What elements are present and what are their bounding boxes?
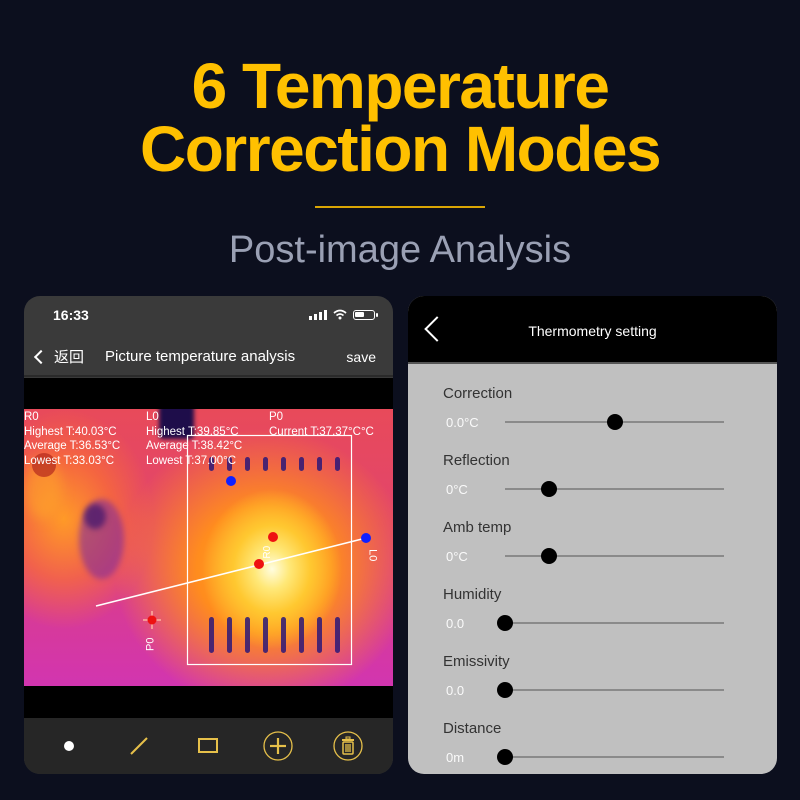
setting-label: Correction <box>443 385 513 402</box>
l0-endpoint-marker <box>361 533 371 543</box>
reflection-slider[interactable] <box>505 481 724 497</box>
setting-value: 0.0°C <box>446 415 479 430</box>
slider-thumb[interactable] <box>606 414 623 430</box>
correction-slider[interactable] <box>505 414 724 430</box>
delete-tool-button[interactable] <box>331 729 365 763</box>
thermal-image-area: R0 L0 P0 R0 Highest T:40.03°C Average T:… <box>24 378 393 718</box>
distance-slider[interactable] <box>497 749 724 765</box>
cellular-signal-icon <box>309 309 327 320</box>
setting-label: Humidity <box>443 586 502 603</box>
setting-label: Amb temp <box>443 519 512 536</box>
setting-emissivity: Emissivity 0.0 <box>408 653 777 720</box>
rectangle-icon <box>198 738 219 753</box>
status-time: 16:33 <box>53 307 89 323</box>
humidity-slider[interactable] <box>497 615 724 631</box>
setting-humidity: Humidity 0.0 <box>408 586 777 653</box>
wifi-icon <box>333 309 347 320</box>
back-button[interactable]: 返回 <box>32 346 84 367</box>
l0-average: Average T:38.42°C <box>146 440 243 452</box>
setting-label: Emissivity <box>443 653 510 670</box>
slider-thumb[interactable] <box>497 682 513 698</box>
back-label: 返回 <box>54 349 85 366</box>
line-icon <box>129 737 148 755</box>
picture-analysis-screen: 16:33 返回 Picture temperature analysis sa… <box>24 296 393 774</box>
slider-thumb[interactable] <box>497 749 513 765</box>
line-tool-button[interactable] <box>122 729 156 763</box>
p0-marker-label: P0 <box>144 637 157 651</box>
rectangle-tool-button[interactable] <box>191 729 225 763</box>
status-bar: 16:33 <box>24 296 393 336</box>
setting-correction: Correction 0.0°C <box>408 385 777 452</box>
amb-temp-slider[interactable] <box>505 548 724 564</box>
l0-readout: L0 Highest T:39.85°C Average T:38.42°C L… <box>146 410 242 468</box>
p0-label: P0 <box>269 411 284 423</box>
emissivity-slider[interactable] <box>497 682 724 698</box>
setting-value: 0°C <box>446 549 468 564</box>
line-measure-l0 <box>95 537 367 607</box>
setting-amb-temp: Amb temp 0°C <box>408 519 777 586</box>
battery-icon <box>353 309 378 320</box>
slider-thumb[interactable] <box>497 615 513 631</box>
settings-header: Thermometry setting <box>408 296 777 364</box>
trash-icon <box>333 731 363 761</box>
nav-bar: 返回 Picture temperature analysis save <box>24 336 393 377</box>
setting-value: 0m <box>446 750 465 765</box>
l0-marker-label: L0 <box>366 549 379 562</box>
r0-average: Average T:36.53°C <box>24 440 121 452</box>
subtitle: Post-image Analysis <box>228 229 572 271</box>
add-tool-button[interactable] <box>261 729 295 763</box>
l0-lowest: Lowest T:37.00°C <box>146 454 237 467</box>
slider-thumb[interactable] <box>540 548 557 564</box>
r0-label: R0 <box>24 411 39 423</box>
setting-label: Distance <box>443 720 502 737</box>
setting-value: 0°C <box>446 482 468 497</box>
setting-label: Reflection <box>443 452 510 469</box>
r0-readout: R0 Highest T:40.03°C Average T:36.53°C L… <box>24 410 120 468</box>
headline-line-2: Correction Modes <box>139 113 662 185</box>
analysis-toolbar <box>24 718 393 774</box>
l0-highest: Highest T:39.85°C <box>146 425 239 438</box>
l0-max-marker <box>254 559 264 569</box>
thermometry-setting-screen: Thermometry setting Correction 0.0°C Ref… <box>408 296 777 774</box>
setting-distance: Distance 0m <box>408 720 777 774</box>
thermal-image[interactable]: R0 L0 P0 R0 Highest T:40.03°C Average T:… <box>24 409 393 686</box>
point-tool-button[interactable] <box>52 729 86 763</box>
page-title: Picture temperature analysis <box>105 348 296 365</box>
setting-value: 0.0 <box>446 616 465 631</box>
p0-current: Current T:37.37°C°C <box>269 425 374 438</box>
setting-value: 0.0 <box>446 683 465 698</box>
r0-marker-label: R0 <box>262 545 274 559</box>
l0-label: L0 <box>146 411 159 423</box>
r0-highest: Highest T:40.03°C <box>24 425 117 438</box>
chevron-left-icon <box>33 349 49 364</box>
save-button[interactable]: save <box>346 349 376 365</box>
plus-circle-icon <box>263 731 293 761</box>
slider-thumb[interactable] <box>540 481 557 497</box>
r0-max-marker <box>268 532 278 542</box>
settings-title: Thermometry setting <box>528 323 657 339</box>
headline-line-1: 6 Temperature <box>191 50 610 122</box>
r0-min-marker <box>226 476 236 486</box>
r0-lowest: Lowest T:33.03°C <box>24 454 115 467</box>
setting-reflection: Reflection 0°C <box>408 452 777 519</box>
p0-readout: P0 Current T:37.37°C°C <box>269 410 374 439</box>
p0-crosshair-marker <box>143 611 161 629</box>
divider <box>315 206 485 208</box>
dot-icon <box>63 741 74 751</box>
